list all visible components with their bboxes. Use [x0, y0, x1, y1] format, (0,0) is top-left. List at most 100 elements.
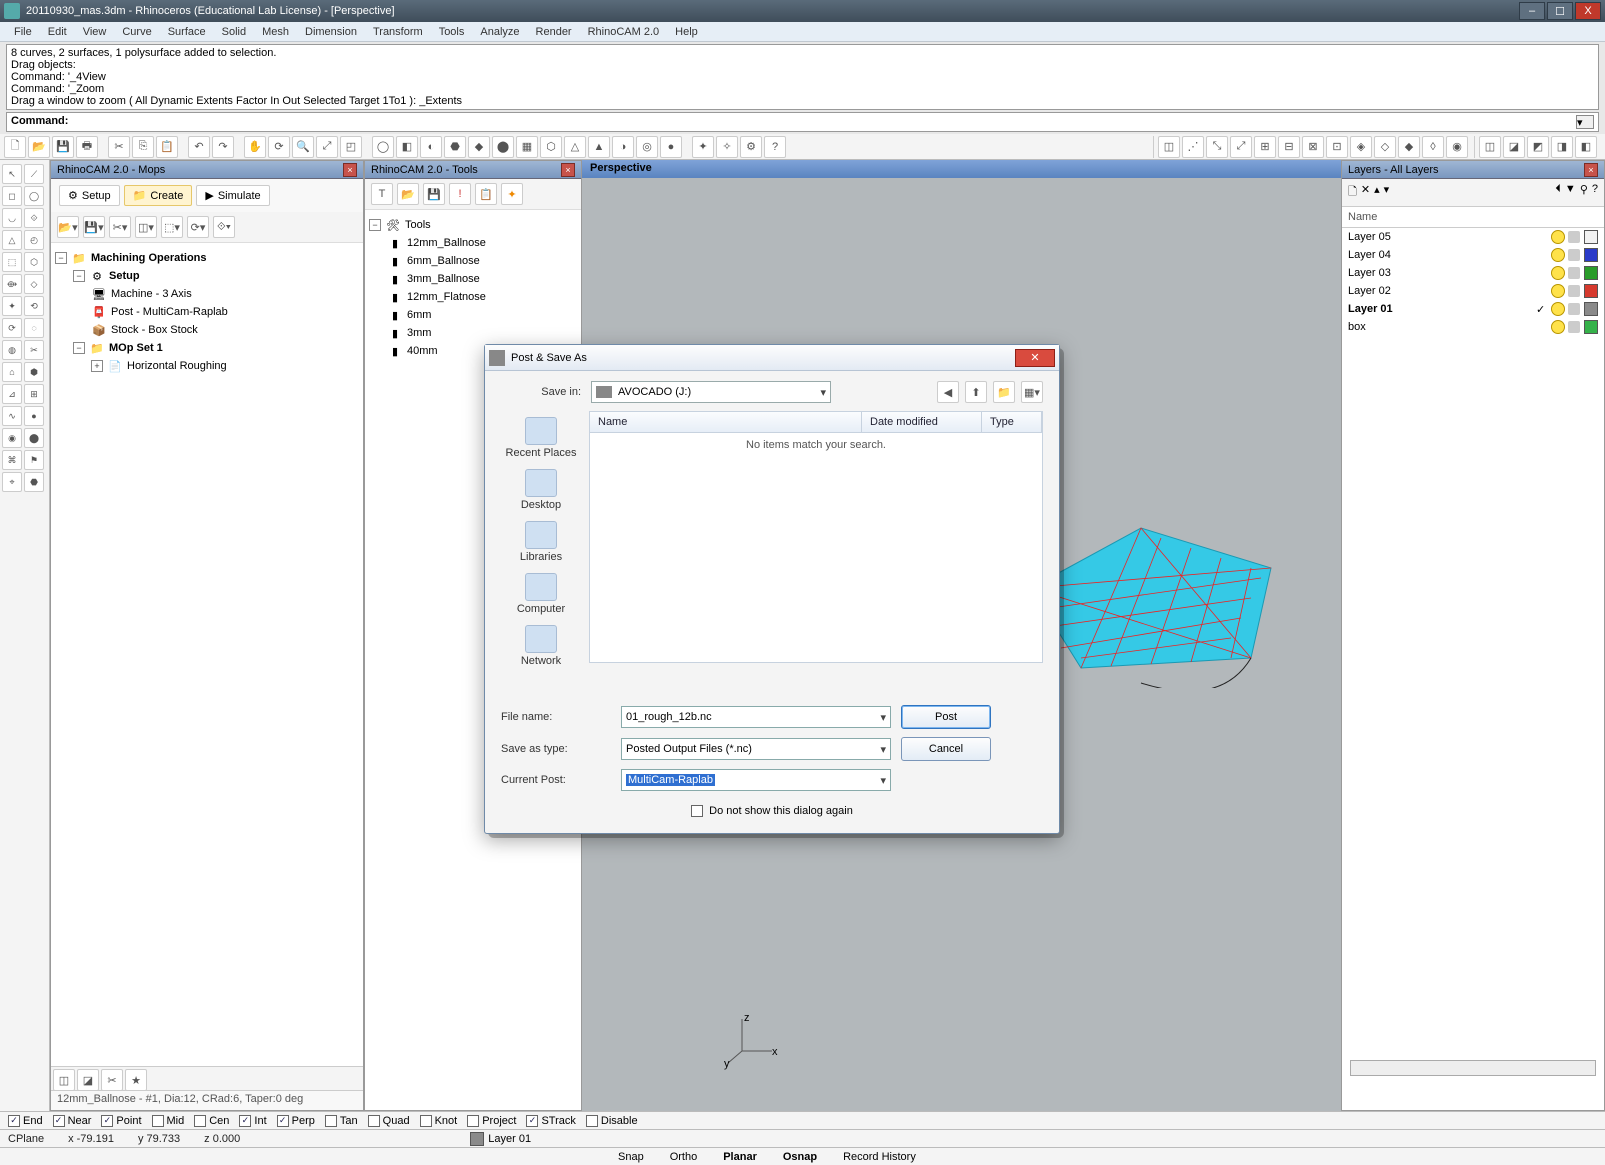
filter-icon[interactable]: ▼	[1565, 183, 1576, 202]
help-icon[interactable]: ?	[1592, 183, 1598, 202]
menu-view[interactable]: View	[75, 24, 115, 40]
menu-edit[interactable]: Edit	[40, 24, 75, 40]
mops-foot-icon[interactable]: ✂	[101, 1069, 123, 1091]
layers-panel-title[interactable]: Layers - All Layers ×	[1342, 161, 1604, 179]
side-tool-icon[interactable]: ⟳	[2, 318, 22, 338]
side-tool-icon[interactable]: ◡	[2, 208, 22, 228]
render-icon[interactable]: ◩	[1527, 136, 1549, 158]
layer-row[interactable]: Layer 05	[1342, 228, 1604, 246]
file-list[interactable]: No items match your search.	[589, 433, 1043, 663]
tree-machining-operations[interactable]: Machining Operations	[91, 252, 207, 264]
close-icon[interactable]: ×	[343, 163, 357, 177]
cut-icon[interactable]: ✂	[108, 136, 130, 158]
new-layer-icon[interactable]: 🗋	[1348, 183, 1357, 202]
tool-icon[interactable]: ●	[660, 136, 682, 158]
side-tool-icon[interactable]: ◍	[2, 340, 22, 360]
side-tool-icon[interactable]: ⟐	[24, 208, 44, 228]
side-tool-icon[interactable]: ⌖	[2, 472, 22, 492]
layer-up-icon[interactable]: ▴	[1374, 183, 1380, 202]
tool-icon[interactable]: ▦	[516, 136, 538, 158]
menu-surface[interactable]: Surface	[160, 24, 214, 40]
tool-icon[interactable]: ◯	[372, 136, 394, 158]
side-tool-icon[interactable]: ◯	[24, 186, 44, 206]
command-line[interactable]: Command: ▾	[6, 112, 1599, 132]
checkbox[interactable]	[8, 1115, 20, 1127]
tool-item[interactable]: ▮3mm	[369, 324, 577, 342]
side-tool-icon[interactable]: ◉	[2, 428, 22, 448]
tree-machine[interactable]: Machine - 3 Axis	[111, 288, 192, 300]
zoom-window-icon[interactable]: ◰	[340, 136, 362, 158]
status-ortho[interactable]: Ortho	[664, 1151, 704, 1163]
checkbox[interactable]	[325, 1115, 337, 1127]
status-snap[interactable]: Snap	[612, 1151, 650, 1163]
current-post-dropdown[interactable]: MultiCam-Raplab▾	[621, 769, 891, 791]
cplane-icon[interactable]: ◇	[1374, 136, 1396, 158]
tree-post[interactable]: Post - MultiCam-Raplab	[111, 306, 228, 318]
mops-panel-title[interactable]: RhinoCAM 2.0 - Mops ×	[51, 161, 363, 179]
tool-icon[interactable]: ◆	[468, 136, 490, 158]
cplane-icon[interactable]: ◊	[1422, 136, 1444, 158]
status-layer[interactable]: Layer 01	[468, 1132, 531, 1146]
side-tool-icon[interactable]: ⬣	[24, 472, 44, 492]
checkbox[interactable]	[368, 1115, 380, 1127]
checkbox[interactable]	[152, 1115, 164, 1127]
side-tool-icon[interactable]: △	[2, 230, 22, 250]
tool-icon[interactable]: ⬤	[492, 136, 514, 158]
side-tool-icon[interactable]: ⊞	[24, 384, 44, 404]
tool-icon[interactable]: ▲	[588, 136, 610, 158]
close-button[interactable]: X	[1575, 2, 1601, 20]
tool-tool-icon[interactable]: ✦	[501, 183, 523, 205]
tool-item[interactable]: ▮6mm	[369, 306, 577, 324]
mops-tool-icon[interactable]: ⟐▾	[213, 216, 235, 238]
file-name-field[interactable]: 01_rough_12b.nc▾	[621, 706, 891, 728]
cplane-icon[interactable]: ⊟	[1278, 136, 1300, 158]
tool-icon[interactable]: ◐	[420, 136, 442, 158]
visibility-icon[interactable]	[1551, 320, 1565, 334]
side-tool-icon[interactable]: ∿	[2, 406, 22, 426]
render-icon[interactable]: ◨	[1551, 136, 1573, 158]
tool-icon[interactable]: ◑	[612, 136, 634, 158]
osnap-knot[interactable]: Knot	[420, 1115, 458, 1127]
layer-row[interactable]: box	[1342, 318, 1604, 336]
post-button[interactable]: Post	[901, 705, 991, 729]
print-icon[interactable]: 🖶	[76, 136, 98, 158]
minimize-button[interactable]: –	[1519, 2, 1545, 20]
side-tool-icon[interactable]: ⟴	[2, 274, 22, 294]
paste-icon[interactable]: 📋	[156, 136, 178, 158]
dialog-close-button[interactable]: ✕	[1015, 349, 1055, 367]
tools-tree[interactable]: −🛠Tools▮12mm_Ballnose▮6mm_Ballnose▮3mm_B…	[365, 210, 581, 366]
cplane-icon[interactable]: ◆	[1398, 136, 1420, 158]
cplane-icon[interactable]: ◉	[1446, 136, 1468, 158]
menu-file[interactable]: File	[6, 24, 40, 40]
filter-icon[interactable]: ⚲	[1580, 183, 1588, 202]
lock-icon[interactable]	[1568, 285, 1580, 297]
osnap-int[interactable]: Int	[239, 1115, 266, 1127]
back-icon[interactable]: ◀	[937, 381, 959, 403]
mops-foot-icon[interactable]: ◫	[53, 1069, 75, 1091]
save-in-dropdown[interactable]: AVOCADO (J:) ▾	[591, 381, 831, 403]
mops-tool-icon[interactable]: 📂▾	[57, 216, 79, 238]
tree-mopset[interactable]: MOp Set 1	[109, 342, 163, 354]
filter-icon[interactable]: ⏴	[1555, 183, 1561, 202]
side-tool-icon[interactable]: ✦	[2, 296, 22, 316]
menu-help[interactable]: Help	[667, 24, 706, 40]
mops-tool-icon[interactable]: 💾▾	[83, 216, 105, 238]
view-menu-icon[interactable]: ▦▾	[1021, 381, 1043, 403]
tool-icon[interactable]: ✦	[692, 136, 714, 158]
status-planar[interactable]: Planar	[717, 1151, 763, 1163]
menu-transform[interactable]: Transform	[365, 24, 431, 40]
do-not-show-checkbox[interactable]	[691, 805, 703, 817]
pan-icon[interactable]: ✋	[244, 136, 266, 158]
color-swatch[interactable]	[1584, 230, 1598, 244]
color-swatch[interactable]	[1584, 302, 1598, 316]
side-tool-icon[interactable]: ◴	[24, 230, 44, 250]
tool-tool-icon[interactable]: 📂	[397, 183, 419, 205]
menu-mesh[interactable]: Mesh	[254, 24, 297, 40]
lock-icon[interactable]	[1568, 249, 1580, 261]
tab-simulate[interactable]: ▶Simulate	[196, 185, 269, 206]
visibility-icon[interactable]	[1551, 284, 1565, 298]
tree-horizontal-roughing[interactable]: Horizontal Roughing	[127, 360, 227, 372]
up-dir-icon[interactable]: ⬆	[965, 381, 987, 403]
osnap-tan[interactable]: Tan	[325, 1115, 358, 1127]
copy-icon[interactable]: ⎘	[132, 136, 154, 158]
